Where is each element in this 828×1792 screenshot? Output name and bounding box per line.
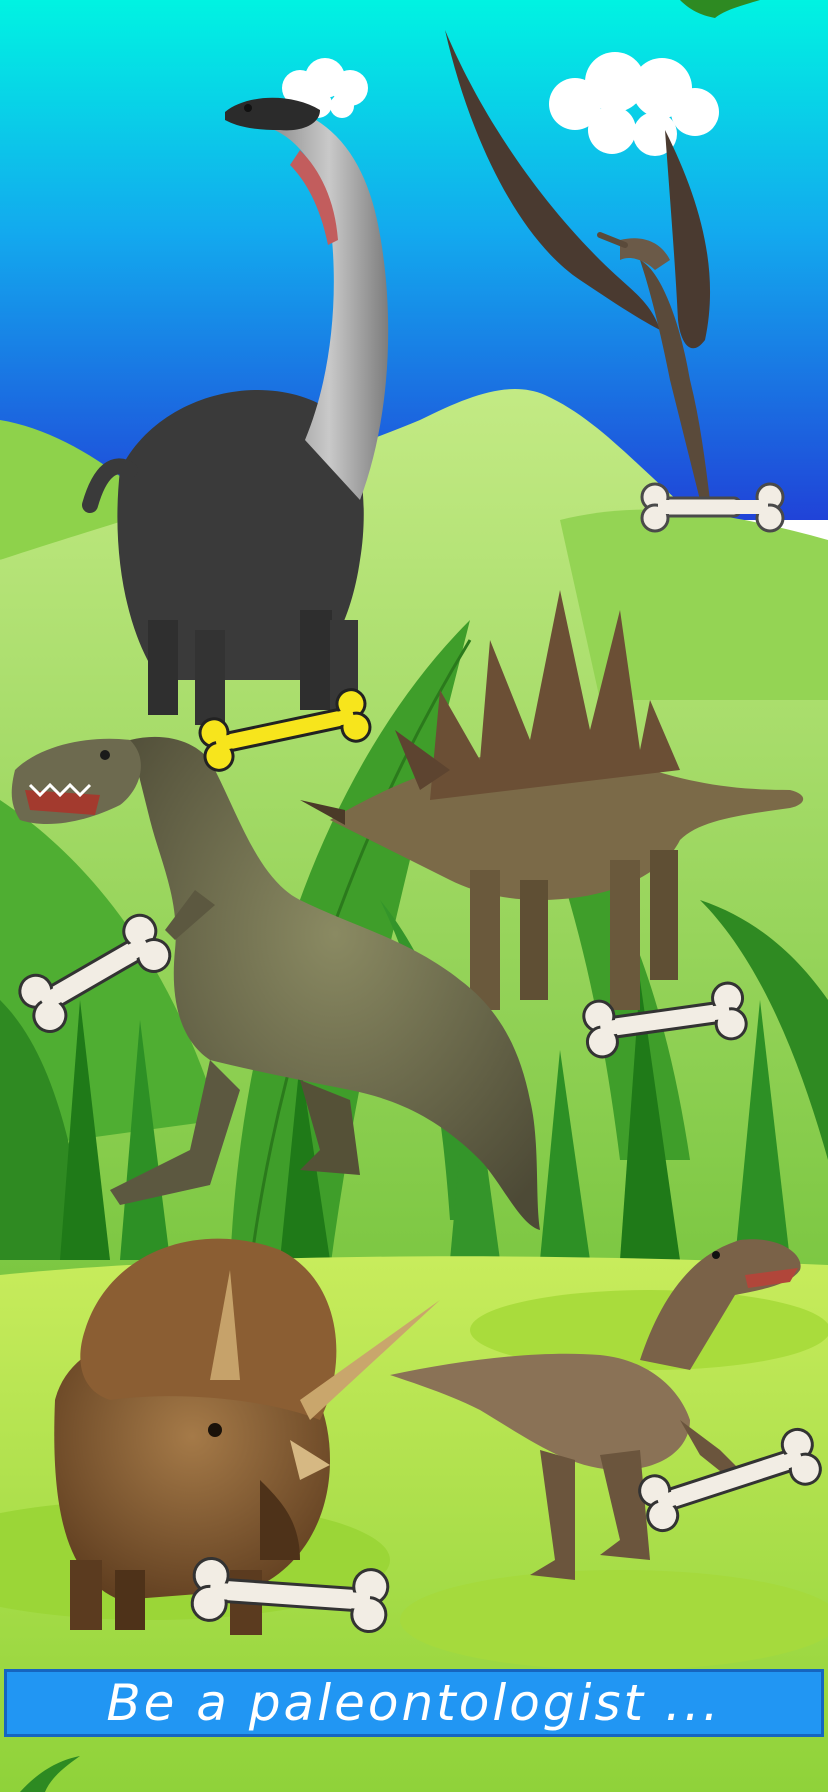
dino-scene [0, 0, 828, 1792]
hill-right [560, 509, 828, 700]
caption-banner: Be a paleontologist ... [4, 1669, 824, 1737]
grass-patch [400, 1570, 828, 1670]
game-screen: Be a paleontologist ... [0, 0, 828, 1792]
caption-text: Be a paleontologist ... [106, 1674, 722, 1732]
